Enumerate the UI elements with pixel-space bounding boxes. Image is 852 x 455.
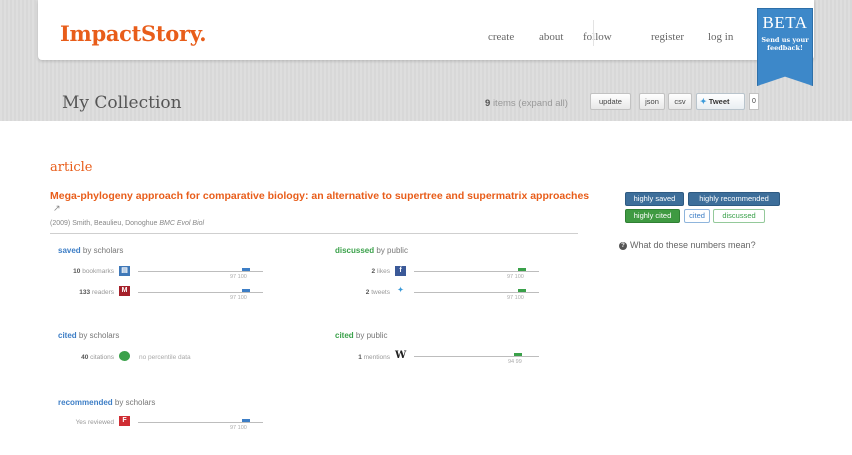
article-authors: Smith, Beaulieu, Donoghue <box>72 220 158 227</box>
badge-discussed[interactable]: discussed <box>713 209 765 223</box>
badge-highly-cited[interactable]: highly cited <box>625 209 680 223</box>
group-key: cited <box>58 331 77 340</box>
csv-button[interactable]: csv <box>668 93 692 110</box>
group-cited-by-public: cited by public <box>335 331 387 340</box>
mendeley-icon: M <box>119 286 130 296</box>
percentile-track <box>414 292 539 293</box>
metric-reviewed[interactable]: Yes reviewed <box>44 419 114 426</box>
nav-divider <box>593 20 594 46</box>
wikipedia-icon: W <box>395 350 407 361</box>
tweet-button[interactable]: ✦ Tweet <box>696 93 745 110</box>
group-key: discussed <box>335 246 375 255</box>
citeulike-icon: ▤ <box>119 266 130 276</box>
group-cited-by-scholars: cited by scholars <box>58 331 119 340</box>
nav-create[interactable]: create <box>488 31 514 43</box>
external-link-icon[interactable]: ↗ <box>53 202 61 214</box>
group-discussed-by-public: discussed by public <box>335 246 408 255</box>
percentile-range: 94 99 <box>508 359 522 365</box>
group-by: by public <box>355 331 388 340</box>
metric-readers[interactable]: 133 readers <box>44 289 114 296</box>
group-recommended-by-scholars: recommended by scholars <box>58 398 155 407</box>
nav-register[interactable]: register <box>651 31 684 43</box>
collection-title: My Collection <box>62 93 182 113</box>
badge-highly-saved[interactable]: highly saved <box>625 192 684 206</box>
badge-highly-recommended[interactable]: highly recommended <box>688 192 780 206</box>
twitter-bird-icon: ✦ <box>700 97 707 106</box>
percentile-track <box>138 271 263 272</box>
percentile-marker <box>514 353 522 356</box>
article-year: (2009) <box>50 220 71 227</box>
percentile-track <box>414 356 539 357</box>
f1000-icon: F <box>119 416 130 426</box>
no-percentile-note: no percentile data <box>139 354 191 361</box>
percentile-marker <box>518 268 526 271</box>
metric-mentions[interactable]: 1 mentions <box>320 354 390 361</box>
nav-follow[interactable]: follow <box>583 31 612 43</box>
site-logo[interactable]: ImpactStory. <box>60 21 207 46</box>
group-key: cited <box>335 331 354 340</box>
tweet-count: 0 <box>749 93 759 110</box>
group-by: by scholars <box>78 331 120 340</box>
json-button[interactable]: json <box>639 93 665 110</box>
percentile-track <box>138 422 263 423</box>
divider <box>50 233 578 234</box>
twitter-icon: ✦ <box>397 287 404 294</box>
percentile-range: 97 100 <box>230 274 247 280</box>
percentile-marker <box>242 268 250 271</box>
percentile-marker <box>518 289 526 292</box>
question-icon: ? <box>619 242 627 250</box>
article-title-text[interactable]: Mega-phylogeny approach for comparative … <box>50 190 589 202</box>
beta-feedback-line1: Send us your <box>761 36 809 44</box>
group-key: recommended <box>58 398 113 407</box>
help-text[interactable]: What do these numbers mean? <box>630 240 756 250</box>
metric-tweets[interactable]: 2 tweets <box>320 289 390 296</box>
pubmed-central-icon <box>119 351 130 361</box>
collection-count: 9 items (expand all) <box>485 98 568 109</box>
tweet-label: Tweet <box>708 97 730 106</box>
group-by: by scholars <box>114 398 156 407</box>
article-title[interactable]: Mega-phylogeny approach for comparative … <box>50 190 595 214</box>
group-key: saved <box>58 246 81 255</box>
update-button[interactable]: update <box>590 93 631 110</box>
percentile-range: 97 100 <box>230 425 247 431</box>
group-saved-by-scholars: saved by scholars <box>58 246 123 255</box>
facebook-icon: f <box>395 266 406 276</box>
article-journal: BMC Evol Biol <box>159 220 205 227</box>
article-meta: (2009) Smith, Beaulieu, Donoghue BMC Evo… <box>50 220 204 227</box>
nav-about[interactable]: about <box>539 31 563 43</box>
help-link[interactable]: ? What do these numbers mean? <box>619 240 756 250</box>
badge-cited[interactable]: cited <box>684 209 710 223</box>
percentile-range: 97 100 <box>230 295 247 301</box>
metric-bookmarks[interactable]: 10 bookmarks <box>44 268 114 275</box>
section-heading-article: article <box>50 160 93 175</box>
metric-likes[interactable]: 2 likes <box>320 268 390 275</box>
top-navbar: ImpactStory. <box>38 0 814 60</box>
nav-login[interactable]: log in <box>708 31 733 43</box>
beta-feedback-ribbon[interactable]: BETA Send us your feedback! <box>757 8 813 86</box>
percentile-track <box>414 271 539 272</box>
group-by: by scholars <box>82 246 124 255</box>
percentile-marker <box>242 419 250 422</box>
item-count: 9 <box>485 98 491 109</box>
beta-title: BETA <box>762 13 808 32</box>
group-by: by public <box>376 246 408 255</box>
percentile-track <box>138 292 263 293</box>
percentile-marker <box>242 289 250 292</box>
percentile-range: 97 100 <box>507 295 524 301</box>
metric-citations[interactable]: 40 citations <box>44 354 114 361</box>
beta-feedback-line2: feedback! <box>767 44 803 52</box>
expand-all-link[interactable]: items (expand all) <box>493 98 568 109</box>
percentile-range: 97 100 <box>507 274 524 280</box>
